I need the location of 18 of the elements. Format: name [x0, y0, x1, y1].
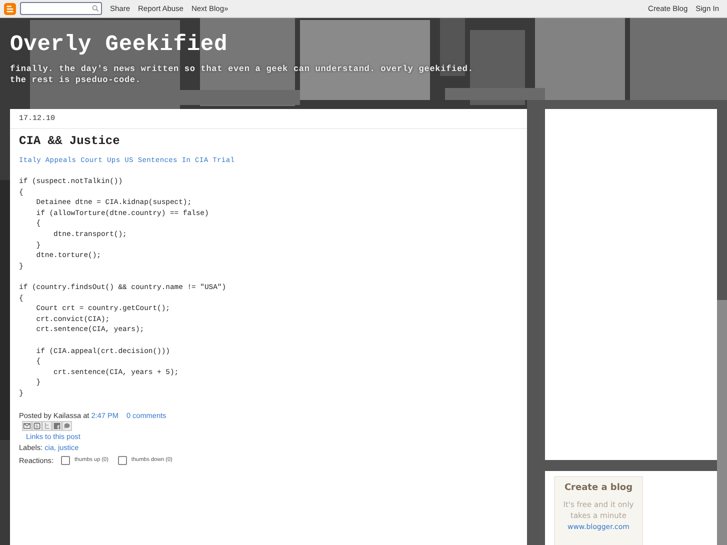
share-button[interactable] [22, 421, 32, 432]
search-icon[interactable] [92, 5, 99, 12]
share-button[interactable] [32, 421, 42, 432]
checkbox[interactable] [118, 456, 128, 466]
share-button[interactable] [52, 421, 62, 432]
page-icon [33, 422, 41, 430]
speech-bubble-icon [63, 422, 71, 430]
blog-description: the rest is pseduo-code. [10, 75, 142, 86]
search-field[interactable] [20, 2, 102, 15]
blogger-logo-icon[interactable] [4, 2, 16, 14]
letter-t-icon [43, 422, 51, 430]
envelope-icon [23, 422, 31, 430]
letter-f-icon [53, 422, 61, 430]
checkbox[interactable] [61, 456, 70, 466]
post-title: CIA && Justice [19, 134, 121, 149]
share-button[interactable] [62, 421, 72, 432]
ad-title: Create a blog [563, 483, 634, 493]
blog-title[interactable]: Overly Geekified [10, 32, 717, 57]
